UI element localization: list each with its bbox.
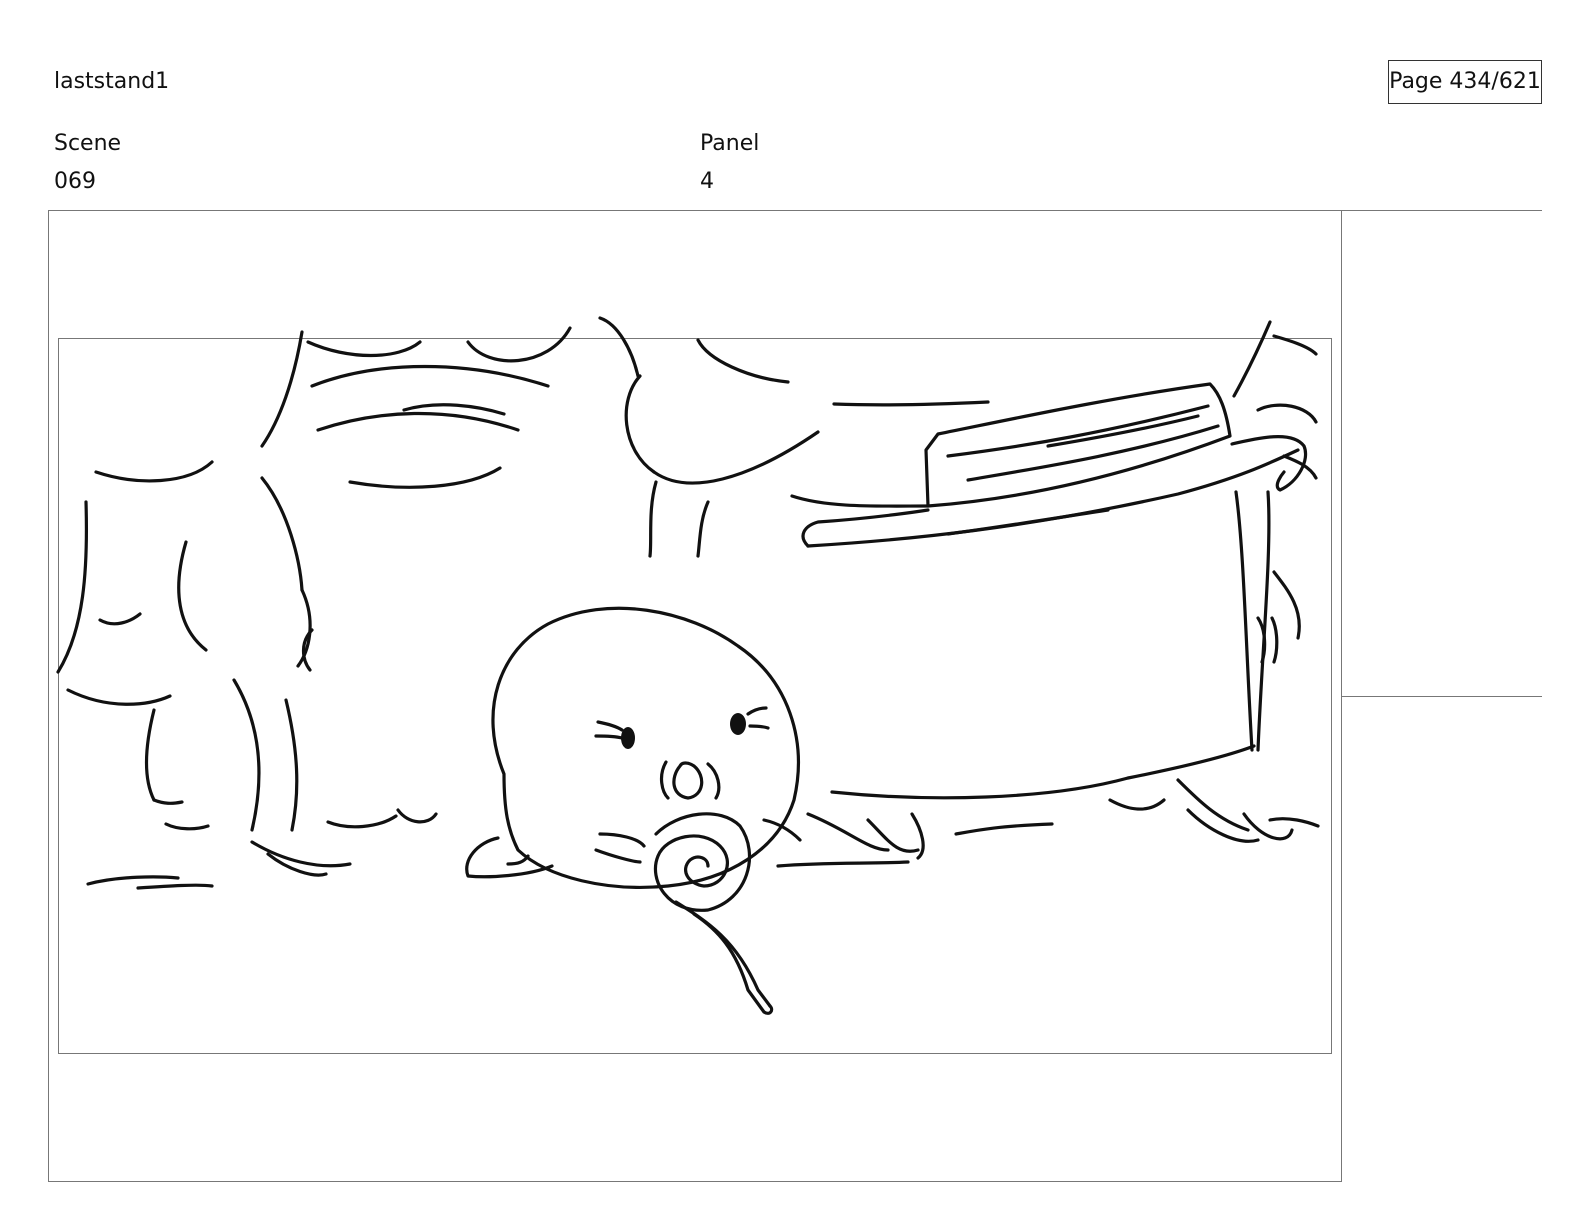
panel-sketch — [48, 210, 1342, 1182]
panel-value: 4 — [700, 169, 714, 194]
page-counter: Page 434/621 — [1388, 60, 1542, 104]
notes-top-rule — [1342, 210, 1542, 211]
scene-value: 069 — [54, 169, 96, 194]
sketch-drawing — [56, 316, 1320, 1015]
document-title: laststand1 — [54, 69, 170, 94]
right-creature-sketch — [598, 316, 1320, 868]
left-creature-sketch — [56, 326, 572, 890]
notes-divider-rule — [1342, 696, 1542, 697]
round-character-sketch — [465, 606, 802, 1015]
scene-label: Scene — [54, 131, 122, 156]
panel-label: Panel — [700, 131, 760, 156]
